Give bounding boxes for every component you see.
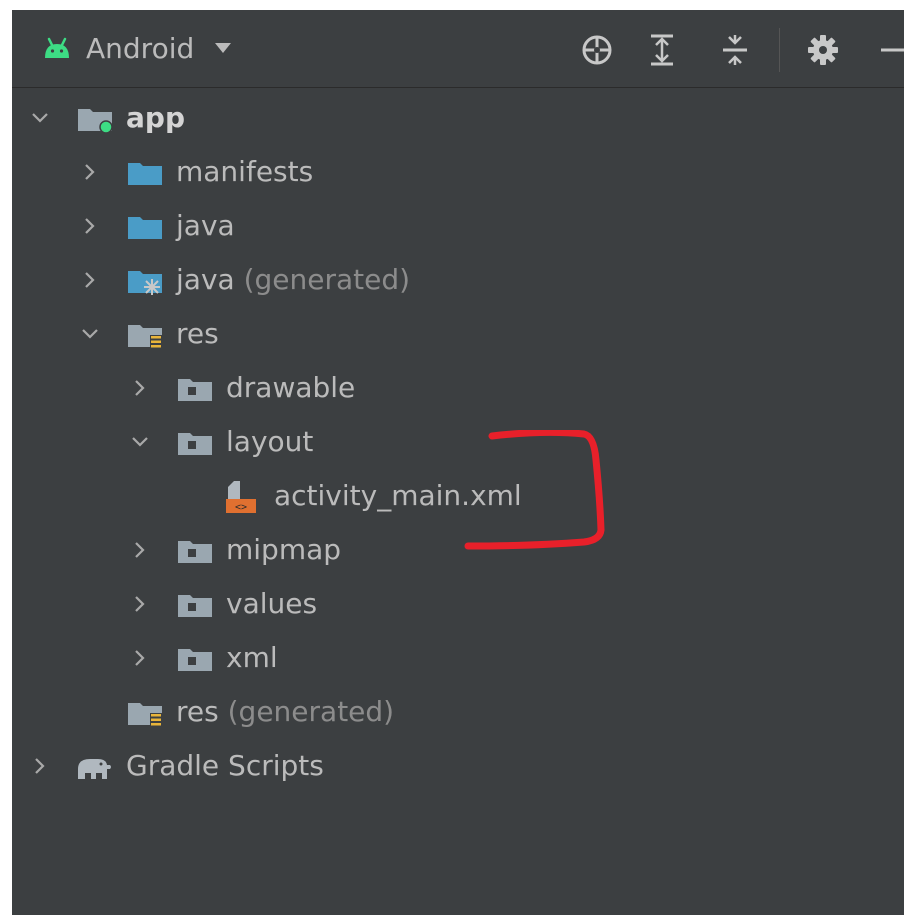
tree-item-app[interactable]: app bbox=[12, 92, 904, 146]
tree-item-label: values bbox=[226, 587, 318, 620]
tree-item-label: java bbox=[176, 209, 235, 242]
chevron-down-icon[interactable] bbox=[130, 432, 150, 452]
tree-item-res-generated[interactable]: res (generated) bbox=[12, 686, 904, 740]
chevron-right-icon[interactable] bbox=[80, 162, 100, 182]
tree-item-label: layout bbox=[226, 425, 314, 458]
project-toolbar: Android bbox=[12, 10, 904, 88]
folder-icon bbox=[178, 433, 212, 455]
tree-item-label: app bbox=[126, 101, 185, 134]
view-selector-label: Android bbox=[86, 31, 195, 65]
gear-icon bbox=[808, 35, 838, 65]
tree-item-manifests[interactable]: manifests bbox=[12, 146, 904, 200]
chevron-right-icon[interactable] bbox=[30, 756, 50, 776]
hide-panel-button[interactable] bbox=[870, 32, 904, 68]
tree-item-label: res bbox=[176, 317, 219, 350]
project-panel: Android app manifests java java (generat… bbox=[12, 10, 904, 915]
tree-item-label: activity_main.xml bbox=[274, 479, 522, 512]
chevron-down-icon bbox=[215, 43, 232, 53]
tree-item-values[interactable]: values bbox=[12, 578, 904, 632]
expand-all-button[interactable] bbox=[644, 32, 680, 68]
tree-item-suffix: (generated) bbox=[243, 263, 411, 296]
layout-xml-file-icon: <> bbox=[226, 481, 256, 513]
resource-folder-icon bbox=[128, 325, 162, 350]
tree-item-suffix: (generated) bbox=[227, 695, 395, 728]
folder-icon bbox=[128, 163, 162, 185]
tree-item-label: Gradle Scripts bbox=[126, 749, 324, 782]
tree-item-layout[interactable]: layout bbox=[12, 416, 904, 470]
chevron-right-icon[interactable] bbox=[80, 270, 100, 290]
tree-item-gradle-scripts[interactable]: Gradle Scripts bbox=[12, 740, 904, 794]
minimize-icon bbox=[881, 48, 904, 52]
settings-button[interactable] bbox=[805, 32, 841, 68]
svg-text:<>: <> bbox=[235, 502, 247, 513]
locate-icon bbox=[582, 35, 612, 65]
source-folder-icon bbox=[128, 217, 162, 239]
folder-icon bbox=[178, 379, 212, 401]
toolbar-divider bbox=[779, 28, 780, 72]
view-selector[interactable]: Android bbox=[42, 28, 232, 68]
tree-item-label: xml bbox=[226, 641, 278, 674]
tree-item-java-generated[interactable]: java (generated) bbox=[12, 254, 904, 308]
collapse-all-icon bbox=[723, 35, 747, 65]
expand-all-icon bbox=[651, 34, 673, 66]
chevron-down-icon[interactable] bbox=[80, 324, 100, 344]
resource-folder-icon bbox=[128, 703, 162, 728]
tree-item-label: res (generated) bbox=[176, 694, 394, 730]
tree-item-drawable[interactable]: drawable bbox=[12, 362, 904, 416]
generated-source-folder-icon bbox=[128, 271, 162, 295]
gradle-elephant-icon bbox=[78, 759, 111, 779]
tree-item-activity-main-xml[interactable]: <> activity_main.xml bbox=[12, 470, 904, 524]
tree-item-label: manifests bbox=[176, 155, 314, 188]
tree-item-java[interactable]: java bbox=[12, 200, 904, 254]
tree-item-xml[interactable]: xml bbox=[12, 632, 904, 686]
module-folder-icon bbox=[78, 109, 113, 134]
chevron-right-icon[interactable] bbox=[80, 216, 100, 236]
tree-item-label: java (generated) bbox=[176, 262, 410, 298]
collapse-all-button[interactable] bbox=[717, 32, 753, 68]
chevron-right-icon[interactable] bbox=[130, 378, 150, 398]
folder-icon bbox=[178, 649, 212, 671]
tree-item-mipmap[interactable]: mipmap bbox=[12, 524, 904, 578]
folder-icon bbox=[178, 595, 212, 617]
chevron-right-icon[interactable] bbox=[130, 540, 150, 560]
tree-item-res[interactable]: res bbox=[12, 308, 904, 362]
folder-icon bbox=[178, 541, 212, 563]
android-icon bbox=[45, 37, 69, 58]
locate-button[interactable] bbox=[579, 32, 615, 68]
chevron-right-icon[interactable] bbox=[130, 648, 150, 668]
chevron-down-icon[interactable] bbox=[30, 108, 50, 128]
tree-item-label: mipmap bbox=[226, 533, 342, 566]
tree-item-name: res bbox=[176, 695, 219, 728]
tree-item-label: drawable bbox=[226, 371, 356, 404]
tree-item-name: java bbox=[176, 263, 235, 296]
chevron-right-icon[interactable] bbox=[130, 594, 150, 614]
